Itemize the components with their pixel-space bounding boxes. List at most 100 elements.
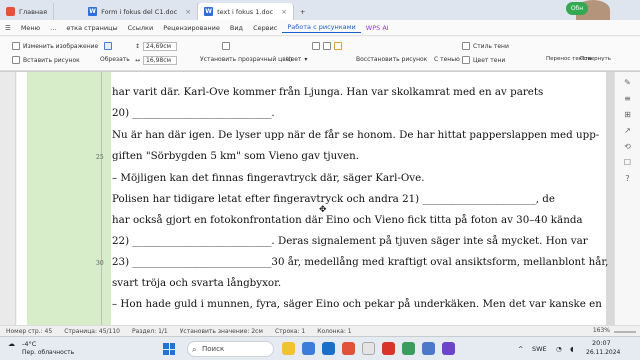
color-button[interactable]: Цвет ▾: [286, 56, 307, 63]
weather-temp[interactable]: -4°C: [22, 340, 36, 348]
word-icon: W: [204, 7, 214, 16]
margin-line: [101, 72, 102, 325]
doc-line: – Hon hade guld i munnen, fyra, säger Ei…: [112, 298, 602, 310]
share-icon[interactable]: ↗: [622, 126, 634, 136]
weather-desc[interactable]: Пер. облачность: [22, 349, 74, 356]
menu-page-layout[interactable]: етка страницы: [61, 24, 122, 32]
status-pages[interactable]: Страница: 45/110: [58, 328, 126, 335]
status-column: Колонка: 1: [317, 327, 352, 335]
height-field[interactable]: ↕ 24,69см: [135, 42, 178, 51]
status-set-value: Установить значение: 2см: [179, 327, 263, 335]
move-cursor-icon: ✥: [319, 205, 327, 215]
menu-more[interactable]: ...: [45, 24, 61, 32]
history-icon[interactable]: ⟲: [622, 142, 634, 152]
image-icon: [12, 42, 20, 50]
app-icon[interactable]: [302, 342, 315, 355]
document-page[interactable]: har varit där. Karl-Ove kommer från Ljun…: [17, 72, 609, 325]
menu-view[interactable]: Вид: [225, 24, 248, 32]
chat-icon[interactable]: ☐: [622, 158, 634, 168]
clock-time[interactable]: 20:07: [592, 339, 611, 347]
shadow-style-button[interactable]: Стиль тени: [462, 42, 509, 50]
picture-effects-icons[interactable]: [312, 42, 342, 50]
crop-button[interactable]: Обрезать: [100, 56, 130, 63]
insert-picture-label: Вставить рисунок: [23, 56, 80, 64]
file-explorer-icon[interactable]: [282, 342, 295, 355]
doc-line: Polisen har tidigare letat efter fingera…: [112, 193, 555, 205]
app-icon[interactable]: [402, 342, 415, 355]
volume-icon[interactable]: ◖: [570, 345, 573, 353]
doc-line: 20) ___________________________.: [112, 107, 275, 119]
color-label: Цвет: [286, 56, 302, 63]
doc-line: har varit där. Karl-Ove kommer från Ljun…: [112, 86, 544, 98]
change-image-label: Изменить изображение: [23, 42, 99, 50]
new-tab-button[interactable]: +: [294, 3, 311, 20]
update-button[interactable]: Обн: [566, 2, 588, 15]
doc-line: 23) ___________________________30 år, me…: [112, 256, 609, 268]
close-icon[interactable]: ×: [185, 8, 191, 16]
shadow-color-button[interactable]: Цвет тени: [462, 56, 505, 64]
line-number: 25: [96, 154, 104, 161]
app-icon[interactable]: [382, 342, 395, 355]
title-tab-bar: Главная W Form i fokus del C1.doc × Wtext …: [0, 0, 640, 20]
tab-home[interactable]: Главная: [0, 3, 55, 20]
zoom-slider[interactable]: [614, 331, 636, 333]
picture-icon: [12, 56, 20, 64]
width-field[interactable]: ↔ 16,98см: [135, 56, 178, 65]
edge-icon[interactable]: [322, 342, 335, 355]
vertical-ruler: [0, 72, 16, 325]
height-input[interactable]: 24,69см: [143, 42, 178, 51]
clock-date[interactable]: 26.11.2024: [586, 349, 620, 356]
zoom-level[interactable]: 163%: [593, 327, 610, 334]
windows-taskbar: ☁ -4°C Пер. облачность ⌕ Поиск ^ SWE ◔ ◖ …: [0, 336, 640, 360]
shadow-color-label: Цвет тени: [473, 56, 506, 64]
rotate-button[interactable]: Повернуть: [580, 56, 611, 62]
menu-references[interactable]: Ссылки: [123, 24, 159, 32]
menu-main[interactable]: Меню: [16, 24, 45, 32]
taskbar-search-label: Поиск: [202, 345, 225, 353]
start-button[interactable]: [163, 343, 175, 355]
menu-bar: ☰ Меню ... етка страницы Ссылки Рецензир…: [0, 20, 640, 36]
change-image-button[interactable]: Изменить изображение: [12, 42, 98, 50]
language-indicator[interactable]: SWE: [532, 345, 547, 353]
tab-doc-2-label: text i fokus 1.doc: [217, 7, 274, 16]
menu-review[interactable]: Рецензирование: [158, 24, 225, 32]
weather-icon[interactable]: ☁: [8, 340, 15, 348]
menu-hamburger-icon[interactable]: ☰: [0, 24, 16, 32]
transparent-color-button[interactable]: Установить прозрачный цвет: [200, 56, 293, 63]
restore-picture-button[interactable]: Восстановить рисунок: [356, 56, 427, 63]
status-section: Раздел: 1/1: [132, 327, 168, 335]
doc-line: giften "Sörbygden 5 km" som Vieno gav tj…: [112, 150, 360, 162]
wps-icon[interactable]: [342, 342, 355, 355]
network-icon[interactable]: ◔: [556, 345, 562, 353]
doc-line: Nu är han där igen. De lyser upp när de …: [112, 129, 600, 141]
tab-doc-1[interactable]: W Form i fokus del C1.doc ×: [82, 3, 199, 20]
app-icon[interactable]: [422, 342, 435, 355]
select-icon[interactable]: ⊞: [622, 110, 634, 120]
tab-doc-1-label: Form i fokus del C1.doc: [101, 7, 178, 16]
menu-wps-ai[interactable]: WPS AI: [361, 24, 394, 32]
height-icon: ↕: [135, 43, 141, 50]
width-input[interactable]: 16,98см: [143, 56, 178, 65]
tab-doc-2[interactable]: Wtext i fokus 1.doc ×: [198, 3, 295, 20]
status-bar: Номер стр.: 45 Страница: 45/110 Раздел: …: [0, 325, 640, 336]
word-icon: W: [88, 7, 98, 16]
format-icon[interactable]: ✎: [622, 78, 634, 88]
document-area: har varit där. Karl-Ove kommer från Ljun…: [17, 72, 614, 325]
shadow-button[interactable]: С тенью: [434, 56, 460, 63]
selected-image-margin[interactable]: [27, 72, 111, 325]
right-side-panel: ✎ ≡ ⊞ ↗ ⟲ ☐ ?: [614, 72, 640, 325]
taskbar-search[interactable]: ⌕ Поиск: [187, 341, 274, 357]
transparent-icon[interactable]: [222, 42, 230, 50]
menu-tools[interactable]: Сервис: [248, 24, 282, 32]
crop-icon[interactable]: [104, 42, 112, 50]
home-icon: [6, 7, 15, 16]
app-icon[interactable]: [442, 342, 455, 355]
help-icon[interactable]: ?: [622, 174, 634, 184]
tray-chevron-icon[interactable]: ^: [518, 345, 523, 353]
insert-picture-button[interactable]: Вставить рисунок: [12, 56, 80, 64]
status-page-number: Номер стр.: 45: [6, 327, 53, 335]
menu-picture-tools[interactable]: Работа с рисунками: [282, 23, 361, 33]
chrome-icon[interactable]: [362, 342, 375, 355]
style-icon[interactable]: ≡: [622, 94, 634, 104]
close-icon[interactable]: ×: [281, 8, 287, 16]
